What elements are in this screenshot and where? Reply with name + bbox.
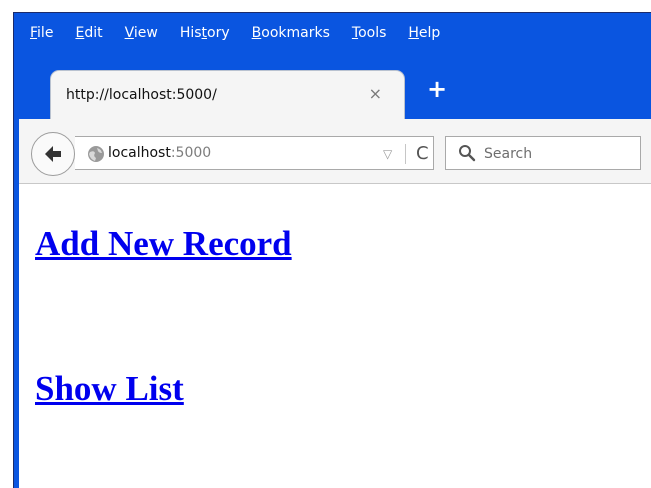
page-content: Add New Record Show List [19,184,651,488]
menu-history[interactable]: History [180,25,230,41]
url-text: localhost:5000 [108,145,212,161]
menu-file[interactable]: File [30,25,53,41]
browser-window: File Edit View History Bookmarks Tools H… [13,12,651,488]
add-new-record-link[interactable]: Add New Record [35,224,292,264]
menu-bar: File Edit View History Bookmarks Tools H… [14,13,651,53]
new-tab-icon[interactable]: + [427,77,447,101]
menu-tools[interactable]: Tools [352,25,387,41]
url-bar[interactable]: localhost:5000 ▽ C [75,136,434,170]
menu-view[interactable]: View [125,25,158,41]
globe-icon [88,146,104,162]
arrow-left-icon [45,146,61,162]
show-list-link[interactable]: Show List [35,369,184,409]
reload-icon[interactable]: C [416,143,429,164]
menu-bookmarks[interactable]: Bookmarks [252,25,330,41]
chevron-down-icon[interactable]: ▽ [383,147,392,161]
url-separator [405,144,406,164]
back-button[interactable] [31,132,75,176]
close-icon[interactable]: × [369,84,382,103]
tab-active[interactable]: http://localhost:5000/ × [50,70,405,119]
menu-help[interactable]: Help [408,25,440,41]
menu-edit[interactable]: Edit [75,25,102,41]
search-icon [459,145,476,162]
search-box[interactable] [445,136,641,170]
navigation-toolbar: localhost:5000 ▽ C [19,119,651,184]
tab-title: http://localhost:5000/ [66,87,217,103]
search-input[interactable] [482,142,636,166]
